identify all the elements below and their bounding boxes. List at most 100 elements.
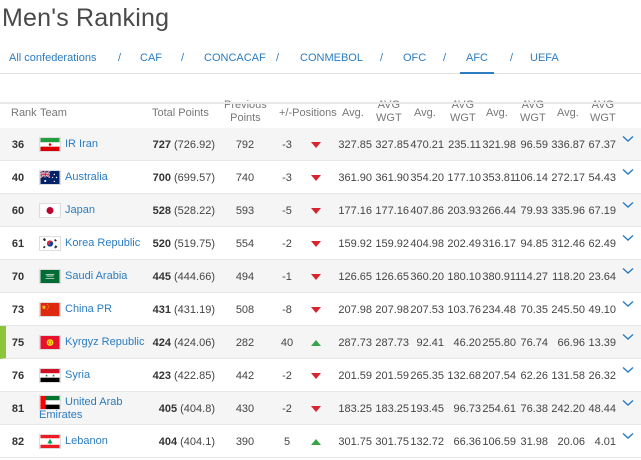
avg-wgt-header-2-line: AVG bbox=[451, 99, 475, 111]
team-name-link[interactable]: Kyrgyz Republic bbox=[65, 326, 144, 359]
score-cell: 266.44 bbox=[482, 204, 516, 217]
total-points-exact: (404.1) bbox=[180, 435, 215, 448]
positions-header: +/-Positions bbox=[279, 107, 337, 120]
tab-concacaf[interactable]: CONCACAF bbox=[204, 52, 266, 64]
score-cell: 301.75 bbox=[338, 435, 372, 448]
total-points-value: 727 bbox=[152, 138, 172, 151]
chevron-down-icon[interactable] bbox=[620, 287, 636, 320]
tab-all-confederations[interactable]: All confederations bbox=[9, 52, 96, 64]
chevron-down-icon[interactable] bbox=[620, 353, 636, 386]
score-cell: 96.59 bbox=[520, 138, 548, 151]
tab-separator: / bbox=[443, 52, 447, 64]
total-points-cell: 727 (726.92) bbox=[145, 128, 215, 161]
total-points-exact: (422.85) bbox=[174, 369, 215, 382]
chevron-down-icon[interactable] bbox=[620, 254, 636, 287]
score-cell: 20.06 bbox=[557, 435, 585, 448]
trend-down-icon bbox=[310, 392, 322, 425]
score-cell: 13.39 bbox=[588, 336, 616, 349]
total-points-cell: 405 (404.8) bbox=[145, 392, 215, 425]
score-cell: 207.54 bbox=[482, 369, 516, 382]
score-cell: 67.19 bbox=[588, 204, 616, 217]
tab-caf[interactable]: CAF bbox=[140, 52, 162, 64]
team-name-link[interactable]: Australia bbox=[65, 161, 108, 194]
team-name-link[interactable]: Saudi Arabia bbox=[65, 260, 127, 293]
trend-down-icon bbox=[310, 161, 322, 194]
table-row[interactable]: 81 United Arab Emirates 405 (404.8) 430 -2 183… bbox=[0, 392, 641, 425]
score-cell: 114.27 bbox=[515, 270, 548, 283]
tab-afc[interactable]: AFC bbox=[460, 52, 494, 74]
total-points-exact: (519.75) bbox=[174, 237, 215, 250]
table-row[interactable]: 75 Kyrgyz Republic 424 (424.06) 282 40 287.73 2… bbox=[0, 326, 641, 359]
team-name-link[interactable]: Korea Republic bbox=[65, 227, 140, 260]
score-cell: 470.21 bbox=[410, 138, 444, 151]
avg-wgt-header-1-line: WGT bbox=[376, 112, 402, 124]
score-cell: 31.98 bbox=[520, 435, 548, 448]
score-cell: 335.96 bbox=[551, 204, 585, 217]
australia-flag-icon bbox=[39, 170, 61, 185]
rank-cell: 40 bbox=[11, 171, 25, 184]
chevron-down-icon[interactable] bbox=[620, 419, 636, 452]
table-row[interactable]: 61 Korea Republic 520 (519.75) 554 -2 159.92 15… bbox=[0, 227, 641, 260]
score-cell: 183.25 bbox=[338, 402, 372, 415]
team-name-link[interactable]: United Arab Emirates bbox=[39, 392, 139, 425]
tab-uefa[interactable]: UEFA bbox=[530, 52, 559, 64]
avg-header-1-line: Avg. bbox=[342, 107, 364, 119]
table-row[interactable]: 40 Australia 700 (699.57) 740 -3 361.90 361.90 3… bbox=[0, 161, 641, 194]
trend-down-icon bbox=[310, 227, 322, 260]
previous-points-header-line: Points bbox=[230, 112, 261, 124]
table-row[interactable]: 36 IR Iran 727 (726.92) 792 -3 327.85 327.85 470… bbox=[0, 128, 641, 161]
header-divider bbox=[0, 102, 641, 104]
team-name-link[interactable]: Syria bbox=[65, 359, 90, 392]
table-row[interactable]: 73 China PR 431 (431.19) 508 -8 207.98 207.98 20… bbox=[0, 293, 641, 326]
position-change-cell: -1 bbox=[282, 270, 292, 283]
trend-down-icon bbox=[310, 128, 322, 161]
trend-up-icon bbox=[310, 425, 322, 458]
score-cell: 404.98 bbox=[410, 237, 444, 250]
table-row[interactable]: 82 Lebanon 404 (404.1) 390 5 301.75 301.75 132.7… bbox=[0, 425, 641, 458]
score-cell: 4.01 bbox=[594, 435, 616, 448]
total-points-value: 405 bbox=[158, 402, 178, 415]
tab-separator: / bbox=[510, 52, 514, 64]
score-cell: 79.93 bbox=[520, 204, 548, 217]
table-row[interactable]: 60 Japan 528 (528.22) 593 -5 177.16 177.16 407.8… bbox=[0, 194, 641, 227]
total-points-exact: (431.19) bbox=[174, 303, 215, 316]
total-points-cell: 404 (404.1) bbox=[145, 425, 215, 458]
score-cell: 126.65 bbox=[338, 270, 372, 283]
total-points-exact: (528.22) bbox=[174, 204, 215, 217]
score-cell: 159.92 bbox=[375, 237, 409, 250]
score-cell: 361.90 bbox=[338, 171, 372, 184]
avg-header-3: Avg. bbox=[486, 107, 508, 120]
avg-wgt-header-4-line: AVG bbox=[591, 99, 615, 111]
previous-points-cell: 494 bbox=[235, 270, 255, 283]
position-change-cell: -2 bbox=[282, 369, 292, 382]
total-points-exact: (424.06) bbox=[174, 336, 215, 349]
position-change-cell: -8 bbox=[282, 303, 292, 316]
score-cell: 321.98 bbox=[482, 138, 516, 151]
team-header: Team bbox=[40, 107, 67, 120]
chevron-down-icon[interactable] bbox=[620, 155, 636, 188]
tab-ofc[interactable]: OFC bbox=[403, 52, 426, 64]
table-row[interactable]: 70 Saudi Arabia 445 (444.66) 494 -1 126.65 126.… bbox=[0, 260, 641, 293]
total-points-value: 528 bbox=[152, 204, 172, 217]
score-cell: 254.61 bbox=[482, 402, 516, 415]
team-name-link[interactable]: IR Iran bbox=[65, 128, 98, 161]
chevron-down-icon[interactable] bbox=[620, 221, 636, 254]
chevron-down-icon[interactable] bbox=[620, 320, 636, 353]
chevron-down-icon[interactable] bbox=[620, 188, 636, 221]
previous-points-cell: 740 bbox=[235, 171, 255, 184]
team-name-link[interactable]: Japan bbox=[65, 194, 95, 227]
table-row[interactable]: 76 Syria 423 (422.85) 442 -2 201.59 201.59 265.3… bbox=[0, 359, 641, 392]
previous-points-cell: 442 bbox=[235, 369, 255, 382]
team-name-link[interactable]: China PR bbox=[65, 293, 112, 326]
previous-points-cell: 593 bbox=[235, 204, 255, 217]
chevron-down-icon[interactable] bbox=[620, 386, 636, 419]
score-cell: 177.10 bbox=[447, 171, 481, 184]
score-cell: 103.76 bbox=[447, 303, 481, 316]
tab-conmebol[interactable]: CONMEBOL bbox=[300, 52, 363, 64]
japan-flag-icon bbox=[39, 203, 61, 218]
score-cell: 336.87 bbox=[551, 138, 585, 151]
score-cell: 235.11 bbox=[448, 138, 481, 151]
chevron-down-icon[interactable] bbox=[620, 122, 636, 155]
team-name-link[interactable]: Lebanon bbox=[65, 425, 108, 458]
kyrgyz-flag-icon bbox=[39, 335, 61, 350]
